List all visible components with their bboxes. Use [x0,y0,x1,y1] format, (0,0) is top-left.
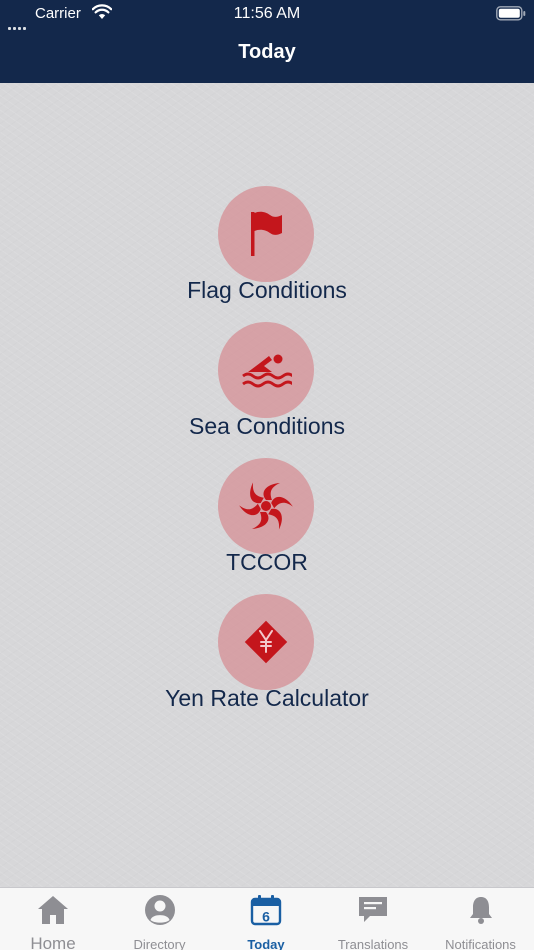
tab-home[interactable]: Home [0,888,106,950]
header-bar: Carrier 11:56 AM Today [0,0,534,83]
tab-today[interactable]: 6 Today [213,888,319,950]
today-content: Flag Conditions Sea Conditions TCCOR Yen… [0,83,534,887]
page-title: Today [238,41,296,63]
menu-item-label: Sea Conditions [189,413,345,439]
menu-item-label: Yen Rate Calculator [165,685,369,711]
home-icon [36,894,70,931]
menu-item-flag-conditions[interactable]: Flag Conditions [0,186,534,316]
yen-icon [218,594,314,690]
tab-label: Directory [133,937,186,950]
menu-item-sea-conditions[interactable]: Sea Conditions [0,322,534,452]
person-icon [144,894,176,931]
menu-item-label: TCCOR [226,549,308,575]
typhoon-icon [218,458,314,554]
calendar-day-number: 6 [262,909,270,925]
tab-label: Home [30,934,76,950]
menu-item-label: Flag Conditions [187,277,347,303]
status-time: 11:56 AM [233,5,301,22]
tab-label: Notifications [445,937,516,950]
app-screen: Carrier 11:56 AM Today Flag Conditions S… [0,0,534,950]
status-bar: Carrier 11:56 AM [0,0,534,30]
tab-label: Translations [337,937,409,950]
swimmer-icon [218,322,314,418]
tab-label: Today [247,937,285,950]
tab-directory[interactable]: Directory [106,888,213,950]
tab-translations[interactable]: Translations [319,888,427,950]
battery-icon [496,6,526,26]
bell-icon [465,894,497,931]
menu-item-tccor[interactable]: TCCOR [0,458,534,588]
tab-bar: Home Directory 6 Today Translations Noti… [0,887,534,950]
flag-icon [218,186,314,282]
tab-notifications[interactable]: Notifications [427,888,534,950]
calendar-icon: 6 [250,894,282,931]
chat-icon [357,894,389,931]
menu-item-yen-rate-calculator[interactable]: Yen Rate Calculator [0,594,534,724]
